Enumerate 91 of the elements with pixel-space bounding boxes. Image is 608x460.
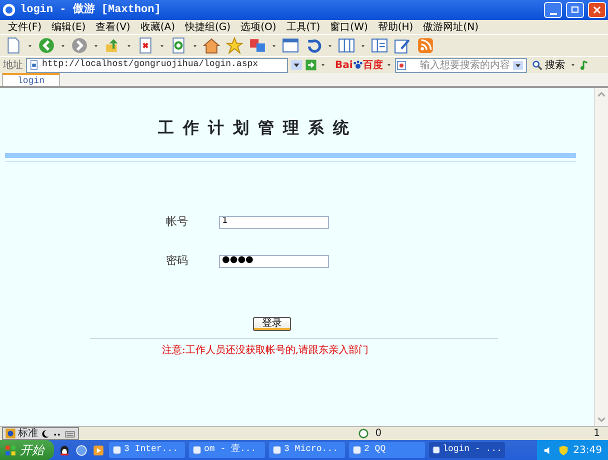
star-icon <box>226 37 243 54</box>
moon-icon[interactable] <box>40 428 50 438</box>
dropdown-arrow-icon <box>159 42 165 48</box>
menu-item[interactable]: 编辑(E) <box>46 20 91 34</box>
close-button[interactable] <box>588 2 606 18</box>
login-button[interactable]: 登录 <box>253 316 291 330</box>
minimize-button[interactable] <box>544 2 562 18</box>
window-button[interactable] <box>281 36 300 55</box>
dropdown-arrow-icon <box>27 42 33 48</box>
rss-button[interactable] <box>416 36 435 55</box>
dropdown-arrow-icon <box>192 42 198 48</box>
app-icon <box>432 445 441 455</box>
ime-logo-icon <box>5 428 16 439</box>
dropdown-arrow-icon <box>126 42 132 48</box>
status-count: 0 <box>375 427 382 441</box>
menu-item[interactable]: 帮助(H) <box>372 20 418 34</box>
window-icon <box>282 37 299 54</box>
field-label: 密码 <box>166 252 189 269</box>
star-button[interactable] <box>225 36 244 55</box>
taskbar-button[interactable]: 3 Inter... <box>109 442 185 458</box>
maximize-icon <box>569 4 581 16</box>
new-page-icon <box>5 37 22 54</box>
start-button[interactable]: 开始 <box>0 440 54 460</box>
search-button[interactable]: 搜索 <box>530 58 567 72</box>
back-icon <box>38 37 55 54</box>
menu-item[interactable]: 窗口(W) <box>325 20 373 34</box>
dropdown-arrow-icon <box>93 42 99 48</box>
app-icon <box>352 445 362 455</box>
field-label: 帐号 <box>166 214 189 230</box>
taskbar-button[interactable]: om - 壹... <box>189 442 265 458</box>
back-button[interactable] <box>37 36 56 55</box>
page-heading: 工作计划管理系统 <box>158 118 358 137</box>
sidebar-button[interactable] <box>370 36 389 55</box>
forward-button[interactable] <box>70 36 89 55</box>
sidebar-icon <box>371 37 388 54</box>
window-title: login - 傲游 [Maxthon] <box>20 2 161 18</box>
flag-icon <box>4 444 17 456</box>
ime-mode-label: 标准 <box>18 426 38 441</box>
search-engine-logo: Bai <box>335 58 353 72</box>
taskbar-button[interactable]: 3 Micro... <box>269 442 345 458</box>
menu-item[interactable]: 傲游网址(N) <box>418 20 484 34</box>
paw-icon <box>352 60 363 70</box>
forward-icon <box>71 37 88 54</box>
menu-item[interactable]: 收藏(A) <box>135 20 180 34</box>
home-button[interactable] <box>202 36 221 55</box>
rss-icon <box>417 37 434 54</box>
columns-icon <box>338 37 355 54</box>
status-count: 1 <box>594 427 600 441</box>
stop-icon <box>137 37 154 54</box>
app-icon <box>192 445 202 455</box>
page-icon <box>29 60 39 70</box>
dropdown-arrow-icon <box>271 42 277 48</box>
taskbar-button[interactable]: login - ... <box>429 442 505 458</box>
shield-icon[interactable] <box>558 444 570 456</box>
undo-icon <box>305 37 322 54</box>
app-icon <box>272 445 282 455</box>
columns-button[interactable] <box>337 36 356 55</box>
input-field[interactable]: ●●●● <box>219 254 329 268</box>
menu-item[interactable]: 文件(F) <box>3 20 47 34</box>
edit-icon <box>394 37 411 54</box>
taskbar-button[interactable]: 2 QQ <box>349 442 425 458</box>
app-icon <box>112 445 122 455</box>
search-icon <box>532 60 543 70</box>
media-icon[interactable] <box>92 444 105 456</box>
refresh-icon <box>170 37 187 54</box>
clock: 23:49 <box>573 444 602 458</box>
search-engine-logo: 百度 <box>362 58 383 72</box>
search-field[interactable]: 输入想要搜索的内容 <box>394 58 527 72</box>
address-label: 地址 <box>3 58 23 72</box>
dropdown-arrow-icon[interactable] <box>570 62 576 68</box>
notice-text: 注意:工作人员还没获取帐号的,请跟东亲入部门 <box>162 344 369 356</box>
maximize-button[interactable] <box>566 2 584 18</box>
input-field[interactable]: 1 <box>219 216 329 228</box>
app-icon <box>2 3 16 17</box>
penguin-icon[interactable] <box>58 444 71 456</box>
menu-item[interactable]: 查看(V) <box>90 20 136 34</box>
menu-item[interactable]: 快捷组(G) <box>180 20 236 34</box>
dropdown-arrow-icon <box>360 42 366 48</box>
minimize-icon <box>550 13 556 15</box>
globe-icon[interactable] <box>75 444 88 456</box>
menu-item[interactable]: 选项(O) <box>236 20 282 34</box>
address-field[interactable]: http://localhost/gongruojihua/login.aspx <box>26 58 288 72</box>
menu-item[interactable]: 工具(T) <box>281 20 326 34</box>
browser-tab[interactable]: login <box>2 73 60 86</box>
keyboard-icon[interactable] <box>64 428 76 438</box>
home-icon <box>203 37 220 54</box>
dropdown-arrow-icon <box>327 42 333 48</box>
close-icon <box>591 4 603 16</box>
dropdown-arrow-icon[interactable] <box>320 62 326 68</box>
dropdown-arrow-icon <box>60 42 66 48</box>
dropdown-arrow-icon[interactable] <box>386 62 392 68</box>
